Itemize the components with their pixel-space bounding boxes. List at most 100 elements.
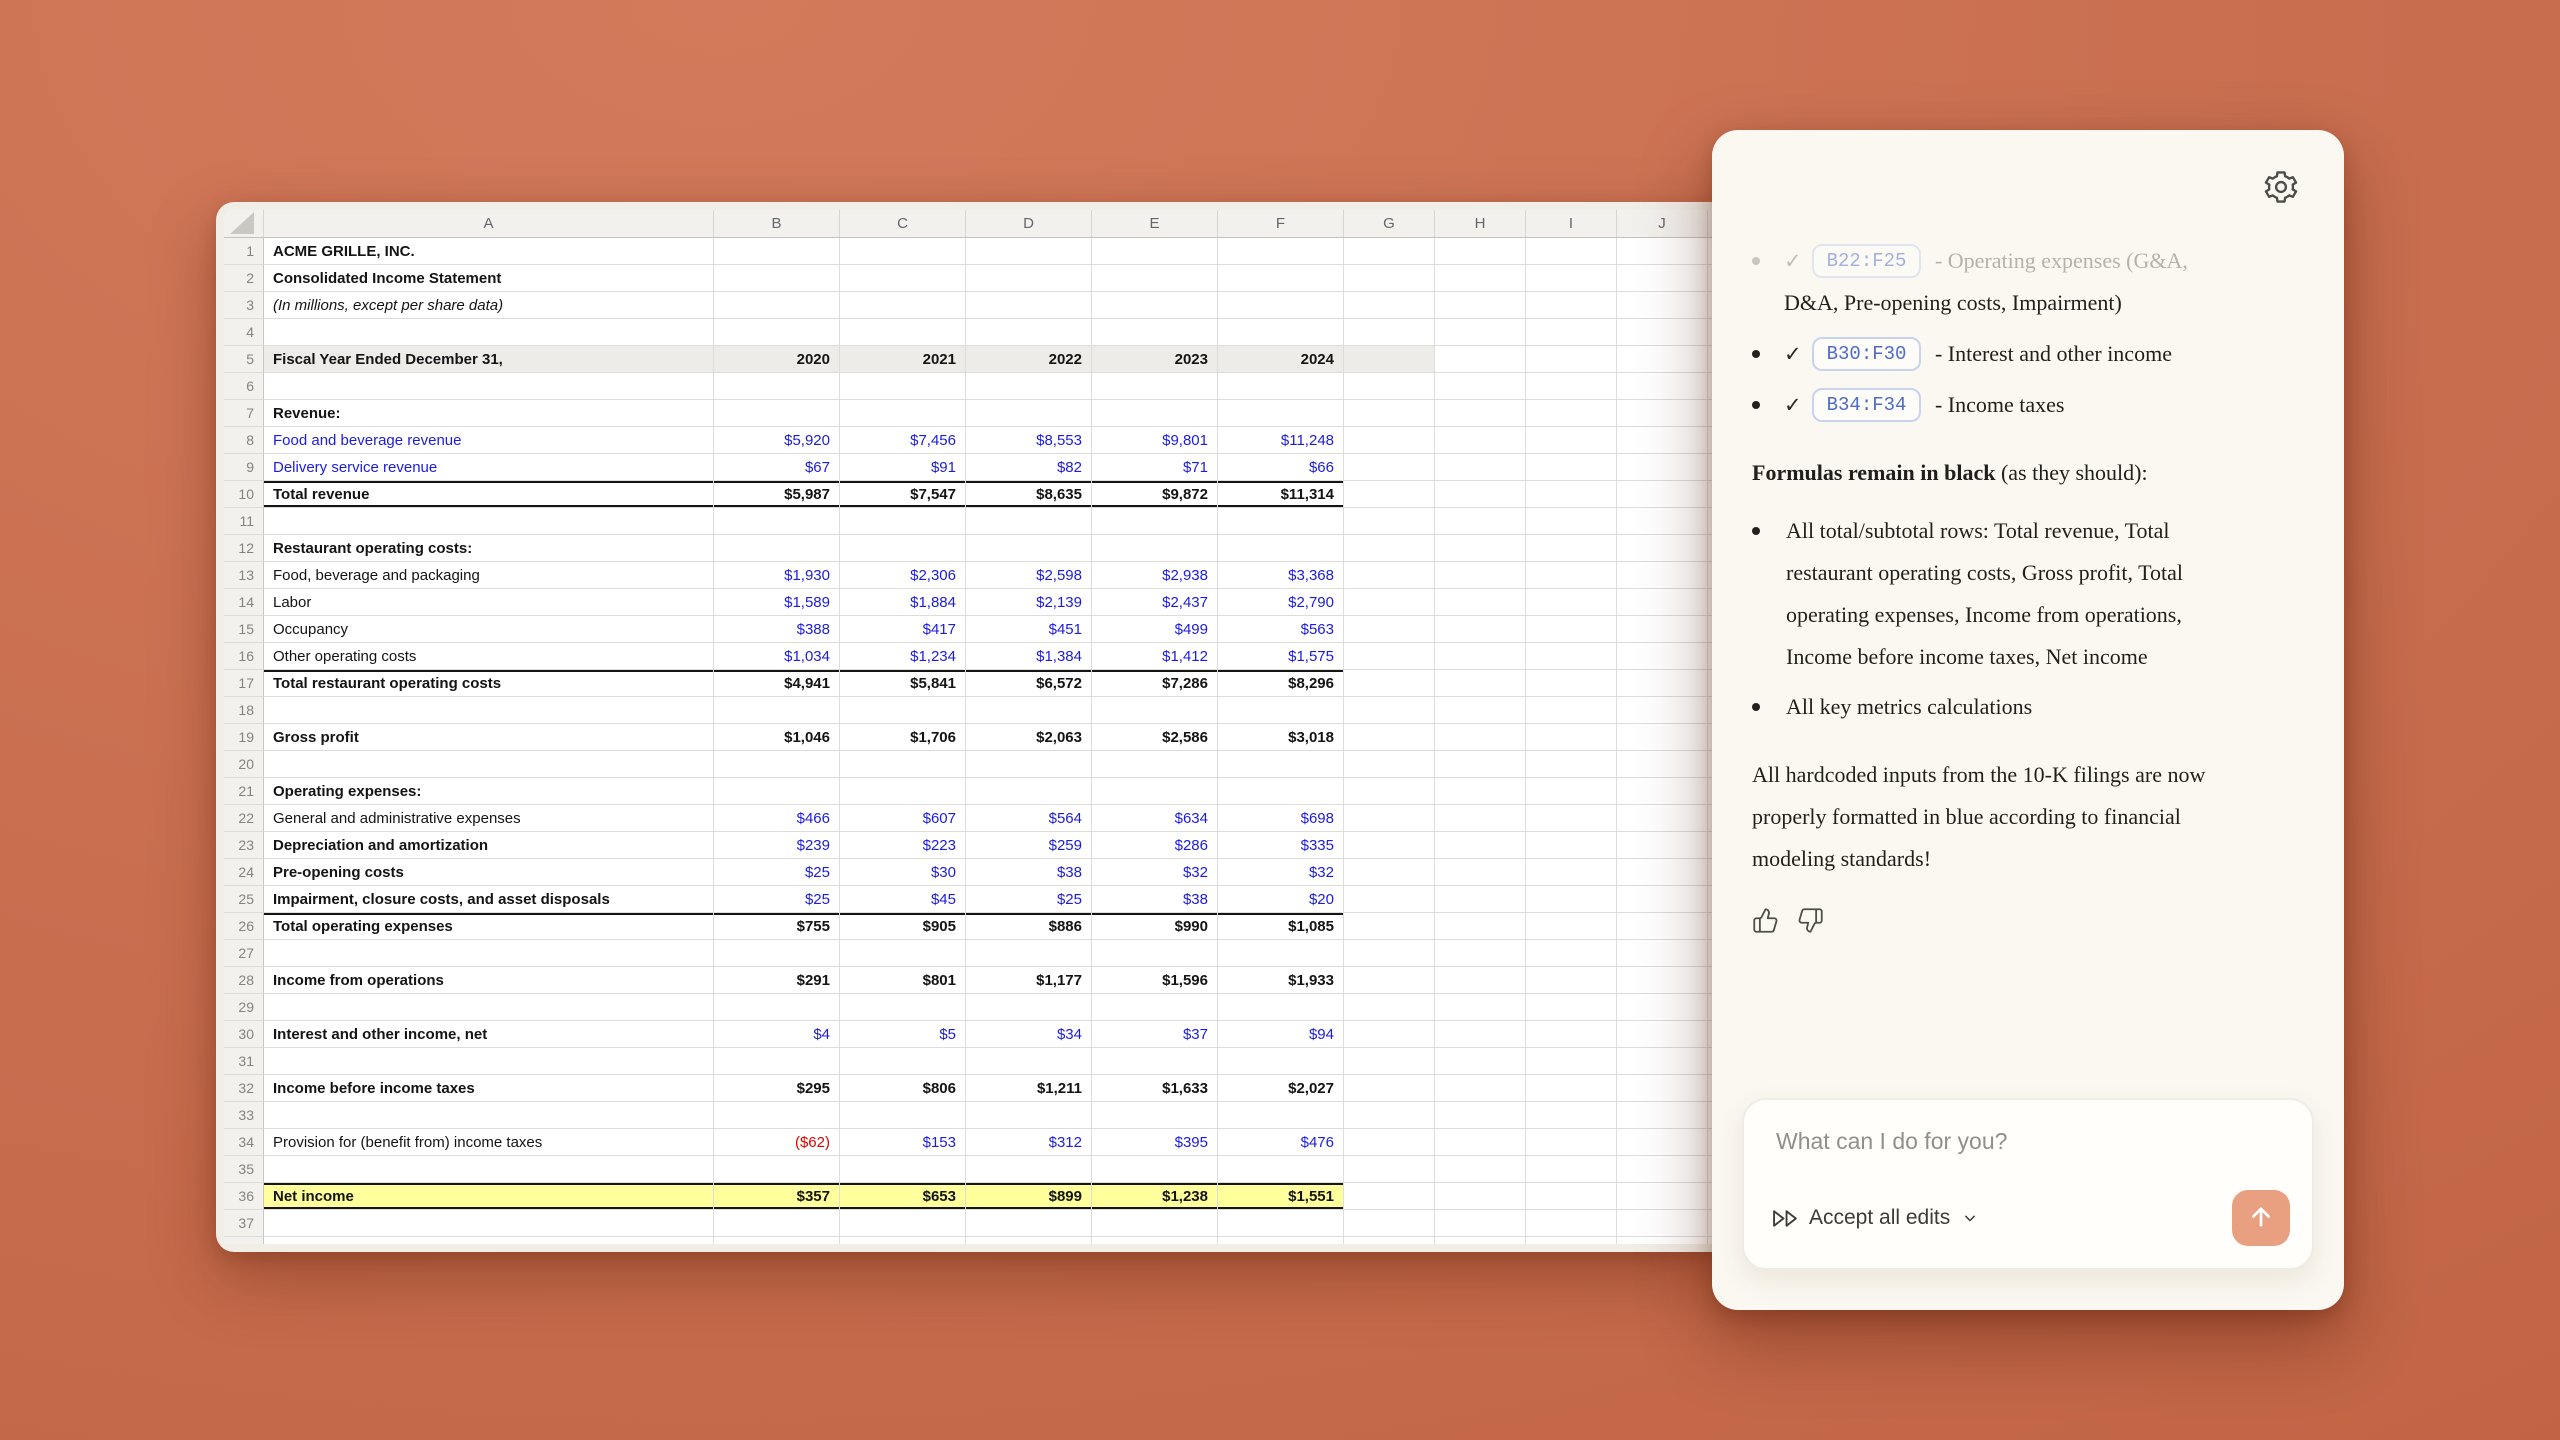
cell-D28[interactable]: $1,177: [966, 967, 1092, 994]
cell-J28[interactable]: [1617, 967, 1708, 994]
cell-F10[interactable]: $11,314: [1218, 481, 1344, 508]
cell-E10[interactable]: $9,872: [1092, 481, 1218, 508]
cell-C28[interactable]: $801: [840, 967, 966, 994]
cell-D33[interactable]: [966, 1102, 1092, 1129]
cell-E30[interactable]: $37: [1092, 1021, 1218, 1048]
cell-H26[interactable]: [1435, 913, 1526, 940]
cell-J24[interactable]: [1617, 859, 1708, 886]
cell-G26[interactable]: [1344, 913, 1435, 940]
cell-J32[interactable]: [1617, 1075, 1708, 1102]
row-header-18[interactable]: 18: [224, 697, 264, 724]
cell-F16[interactable]: $1,575: [1218, 643, 1344, 670]
cell-A3[interactable]: (In millions, except per share data): [264, 292, 714, 319]
cell-H6[interactable]: [1435, 373, 1526, 400]
col-header-H[interactable]: H: [1435, 210, 1526, 238]
cell-E34[interactable]: $395: [1092, 1129, 1218, 1156]
cell-B22[interactable]: $466: [714, 805, 840, 832]
cell-H14[interactable]: [1435, 589, 1526, 616]
cell-G9[interactable]: [1344, 454, 1435, 481]
cell-A8[interactable]: Food and beverage revenue: [264, 427, 714, 454]
cell-F34[interactable]: $476: [1218, 1129, 1344, 1156]
row-header-27[interactable]: 27: [224, 940, 264, 967]
cell-A17[interactable]: Total restaurant operating costs: [264, 670, 714, 697]
cell-J27[interactable]: [1617, 940, 1708, 967]
cell-A5[interactable]: Fiscal Year Ended December 31,: [264, 346, 714, 373]
cell-E9[interactable]: $71: [1092, 454, 1218, 481]
cell-J30[interactable]: [1617, 1021, 1708, 1048]
row-header-1[interactable]: 1: [224, 238, 264, 265]
col-header-D[interactable]: D: [966, 210, 1092, 238]
cell-D24[interactable]: $38: [966, 859, 1092, 886]
cell-J21[interactable]: [1617, 778, 1708, 805]
cell-A10[interactable]: Total revenue: [264, 481, 714, 508]
cell-D22[interactable]: $564: [966, 805, 1092, 832]
cell-J7[interactable]: [1617, 400, 1708, 427]
cell-D35[interactable]: [966, 1156, 1092, 1183]
cell-E6[interactable]: [1092, 373, 1218, 400]
cell-B3[interactable]: [714, 292, 840, 319]
cell-A31[interactable]: [264, 1048, 714, 1075]
row-header-16[interactable]: 16: [224, 643, 264, 670]
cell-H15[interactable]: [1435, 616, 1526, 643]
cell-C23[interactable]: $223: [840, 832, 966, 859]
cell-D27[interactable]: [966, 940, 1092, 967]
row-header-26[interactable]: 26: [224, 913, 264, 940]
cell-F15[interactable]: $563: [1218, 616, 1344, 643]
row-header-3[interactable]: 3: [224, 292, 264, 319]
cell-G11[interactable]: [1344, 508, 1435, 535]
cell-D31[interactable]: [966, 1048, 1092, 1075]
cell-C24[interactable]: $30: [840, 859, 966, 886]
cell-B19[interactable]: $1,046: [714, 724, 840, 751]
cell-J23[interactable]: [1617, 832, 1708, 859]
cell-G21[interactable]: [1344, 778, 1435, 805]
cell-F3[interactable]: [1218, 292, 1344, 319]
cell-A32[interactable]: Income before income taxes: [264, 1075, 714, 1102]
cell-G23[interactable]: [1344, 832, 1435, 859]
cell-C11[interactable]: [840, 508, 966, 535]
cell-J1[interactable]: [1617, 238, 1708, 265]
cell-H16[interactable]: [1435, 643, 1526, 670]
cell-A37[interactable]: [264, 1210, 714, 1237]
cell-G37[interactable]: [1344, 1210, 1435, 1237]
cell-I5[interactable]: [1526, 346, 1617, 373]
cell-I2[interactable]: [1526, 265, 1617, 292]
cell-F37[interactable]: [1218, 1210, 1344, 1237]
cell-G38[interactable]: [1344, 1237, 1435, 1244]
cell-D14[interactable]: $2,139: [966, 589, 1092, 616]
cell-B7[interactable]: [714, 400, 840, 427]
row-header-35[interactable]: 35: [224, 1156, 264, 1183]
cell-H17[interactable]: [1435, 670, 1526, 697]
cell-J15[interactable]: [1617, 616, 1708, 643]
cell-F17[interactable]: $8,296: [1218, 670, 1344, 697]
cell-J29[interactable]: [1617, 994, 1708, 1021]
cell-A27[interactable]: [264, 940, 714, 967]
cell-C19[interactable]: $1,706: [840, 724, 966, 751]
col-header-E[interactable]: E: [1092, 210, 1218, 238]
cell-E19[interactable]: $2,586: [1092, 724, 1218, 751]
row-header-5[interactable]: 5: [224, 346, 264, 373]
cell-J12[interactable]: [1617, 535, 1708, 562]
cell-B31[interactable]: [714, 1048, 840, 1075]
row-header-2[interactable]: 2: [224, 265, 264, 292]
cell-G28[interactable]: [1344, 967, 1435, 994]
cell-E18[interactable]: [1092, 697, 1218, 724]
cell-B9[interactable]: $67: [714, 454, 840, 481]
cell-H32[interactable]: [1435, 1075, 1526, 1102]
chat-input[interactable]: What can I do for you?: [1776, 1128, 2007, 1155]
cell-C7[interactable]: [840, 400, 966, 427]
cell-H33[interactable]: [1435, 1102, 1526, 1129]
row-header-14[interactable]: 14: [224, 589, 264, 616]
cell-F36[interactable]: $1,551: [1218, 1183, 1344, 1210]
cell-F2[interactable]: [1218, 265, 1344, 292]
cell-I24[interactable]: [1526, 859, 1617, 886]
cell-B8[interactable]: $5,920: [714, 427, 840, 454]
cell-E15[interactable]: $499: [1092, 616, 1218, 643]
cell-A29[interactable]: [264, 994, 714, 1021]
cell-D12[interactable]: [966, 535, 1092, 562]
col-header-C[interactable]: C: [840, 210, 966, 238]
cell-range-chip[interactable]: B30:F30: [1812, 337, 1922, 371]
cell-D34[interactable]: $312: [966, 1129, 1092, 1156]
cell-E14[interactable]: $2,437: [1092, 589, 1218, 616]
cell-C33[interactable]: [840, 1102, 966, 1129]
cell-A33[interactable]: [264, 1102, 714, 1129]
